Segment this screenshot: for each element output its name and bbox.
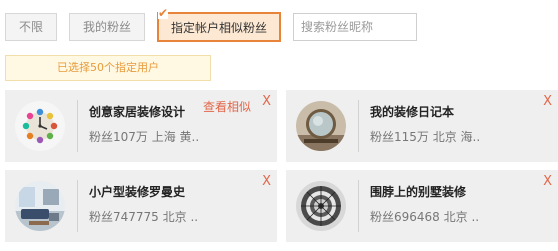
check-icon: ✔ (158, 6, 169, 20)
view-similar-link[interactable]: 查看相似 (203, 98, 251, 115)
remove-account-button[interactable]: X (543, 95, 552, 109)
account-meta: 粉丝115万 北京 海.. (370, 130, 481, 144)
filter-similar-fans-button[interactable]: ✔ 指定帐户相似粉丝 (157, 7, 281, 42)
filter-similar-fans-label: 指定帐户相似粉丝 (170, 21, 267, 35)
card-divider (358, 100, 359, 152)
account-name[interactable]: 围脖上的别墅装修 (370, 183, 466, 200)
account-card: 小户型装修罗曼史 粉丝747775 北京 .. X (5, 170, 277, 242)
search-fans-input[interactable] (293, 13, 417, 41)
card-divider (77, 100, 78, 152)
account-card: 我的装修日记本 粉丝115万 北京 海.. X (286, 90, 558, 162)
account-meta: 粉丝696468 北京 .. (370, 210, 480, 224)
remove-account-button[interactable]: X (262, 175, 271, 189)
clock-decor-avatar[interactable] (15, 101, 65, 151)
filter-bar: 不限 我的粉丝 ✔ 指定帐户相似粉丝 (5, 7, 417, 42)
remove-account-button[interactable]: X (543, 175, 552, 189)
filter-all-button[interactable]: 不限 (5, 13, 57, 41)
remove-account-button[interactable]: X (262, 95, 271, 109)
account-name[interactable]: 创意家居装修设计 (89, 103, 185, 120)
bw-staircase-avatar[interactable] (296, 181, 346, 231)
account-name[interactable]: 小户型装修罗曼史 (89, 183, 185, 200)
round-mirror-avatar[interactable] (296, 101, 346, 151)
account-name[interactable]: 我的装修日记本 (370, 103, 454, 120)
selected-count-tip: 已选择50个指定用户 (5, 55, 211, 81)
filter-my-fans-button[interactable]: 我的粉丝 (69, 13, 145, 41)
card-divider (358, 180, 359, 232)
account-card: 围脖上的别墅装修 粉丝696468 北京 .. X (286, 170, 558, 242)
account-meta: 粉丝107万 上海 黄.. (89, 130, 200, 144)
card-divider (77, 180, 78, 232)
living-room-avatar[interactable] (15, 181, 65, 231)
account-card: 创意家居装修设计 粉丝107万 上海 黄.. 查看相似 X (5, 90, 277, 162)
account-meta: 粉丝747775 北京 .. (89, 210, 199, 224)
